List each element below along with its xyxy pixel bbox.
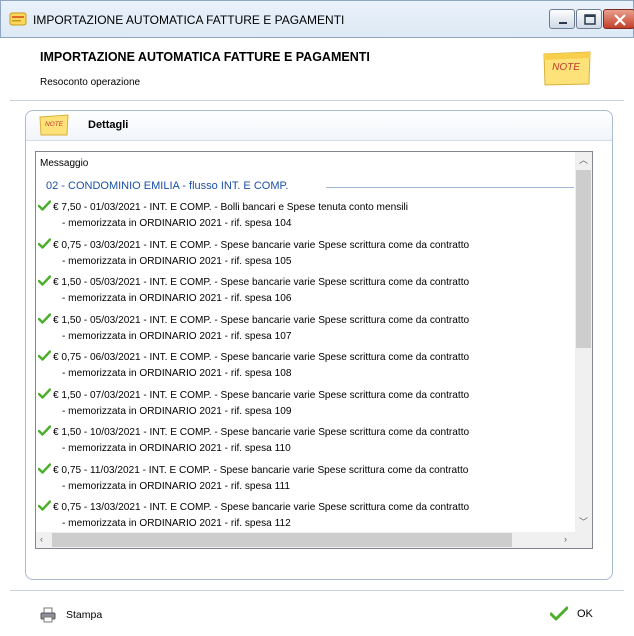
details-title: Dettagli	[88, 119, 129, 131]
dialog-title: IMPORTAZIONE AUTOMATICA FATTURE E PAGAME…	[40, 50, 370, 64]
list-item[interactable]: € 1,50 - 07/03/2021 - INT. E COMP. - Spe…	[38, 387, 470, 401]
list-item-detail: - memorizzata in ORDINARIO 2021 - rif. s…	[62, 443, 291, 454]
green-check-icon	[38, 350, 51, 361]
title-bar: IMPORTAZIONE AUTOMATICA FATTURE E PAGAME…	[0, 0, 634, 38]
printer-icon	[40, 607, 56, 623]
list-item-detail: - memorizzata in ORDINARIO 2021 - rif. s…	[62, 480, 290, 492]
list-item-text: € 1,50 - 07/03/2021 - INT. E COMP. - Spe…	[53, 389, 470, 401]
maximize-icon	[584, 14, 596, 25]
list-item-detail: - memorizzata in ORDINARIO 2021 - rif. s…	[62, 293, 292, 304]
footer-divider	[10, 590, 624, 591]
ok-button[interactable]: OK	[550, 604, 610, 624]
vertical-scroll-thumb[interactable]	[576, 170, 591, 348]
list-item[interactable]: € 0,75 - 06/03/2021 - INT. E COMP. - Spe…	[38, 350, 469, 363]
scroll-up-icon[interactable]: ︿	[579, 156, 588, 165]
list-item[interactable]: € 1,50 - 05/03/2021 - INT. E COMP. - Spe…	[38, 312, 470, 326]
list-item-detail: - memorizzata in ORDINARIO 2021 - rif. s…	[62, 518, 291, 529]
list-item-detail: - memorizzata in ORDINARIO 2021 - rif. s…	[62, 330, 292, 342]
green-check-icon	[38, 200, 51, 211]
green-check-icon	[38, 425, 51, 436]
list-item-text: € 1,50 - 10/03/2021 - INT. E COMP. - Spe…	[53, 427, 470, 438]
green-check-icon	[38, 462, 51, 474]
note-icon-small-text: NOTE	[45, 121, 64, 128]
list-item[interactable]: € 0,75 - 03/03/2021 - INT. E COMP. - Spe…	[38, 237, 470, 251]
list-item-text: € 1,50 - 05/03/2021 - INT. E COMP. - Spe…	[53, 277, 470, 288]
green-check-icon	[38, 387, 51, 399]
list-item-text: € 0,75 - 03/03/2021 - INT. E COMP. - Spe…	[53, 239, 470, 251]
print-label: Stampa	[66, 609, 103, 621]
group-label: 02 - CONDOMINIO EMILIA - flusso INT. E C…	[46, 180, 293, 192]
minimize-icon	[559, 22, 567, 24]
list-item-detail: - memorizzata in ORDINARIO 2021 - rif. s…	[62, 368, 292, 379]
list-item[interactable]: € 7,50 - 01/03/2021 - INT. E COMP. - Bol…	[38, 200, 408, 213]
minimize-button[interactable]	[549, 9, 575, 29]
horizontal-scrollbar[interactable]: ‹ ›	[36, 532, 575, 548]
list-item-text: € 1,50 - 05/03/2021 - INT. E COMP. - Spe…	[53, 314, 470, 326]
note-icon: NOTE	[39, 114, 69, 136]
column-header-messaggio[interactable]: Messaggio	[40, 158, 88, 169]
scrollbar-corner	[575, 532, 592, 548]
list-item-text: € 7,50 - 01/03/2021 - INT. E COMP. - Bol…	[53, 202, 408, 213]
ok-label: OK	[577, 608, 593, 620]
details-panel: NOTE Dettagli Messaggio 02 - CONDOMINIO …	[25, 110, 613, 580]
green-check-icon	[550, 606, 568, 621]
scroll-left-icon[interactable]: ‹	[40, 535, 43, 544]
print-button[interactable]: Stampa	[40, 606, 120, 624]
list-item-detail: - memorizzata in ORDINARIO 2021 - rif. s…	[62, 405, 292, 417]
note-icon: NOTE	[543, 51, 591, 86]
scroll-down-icon[interactable]: ﹀	[579, 518, 588, 527]
dialog-subtitle: Resoconto operazione	[40, 77, 141, 88]
close-button[interactable]	[603, 9, 634, 29]
list-item[interactable]: € 1,50 - 05/03/2021 - INT. E COMP. - Spe…	[38, 275, 469, 288]
note-app-icon	[9, 12, 27, 26]
list-item-text: € 0,75 - 06/03/2021 - INT. E COMP. - Spe…	[53, 352, 470, 363]
group-header: 02 - CONDOMINIO EMILIA - flusso INT. E C…	[46, 180, 576, 194]
note-icon-text: NOTE	[552, 62, 580, 73]
green-check-icon	[38, 237, 51, 249]
close-icon	[614, 14, 626, 26]
list-item-detail: - memorizzata in ORDINARIO 2021 - rif. s…	[62, 218, 292, 229]
list-item-text: € 0,75 - 11/03/2021 - INT. E COMP. - Spe…	[53, 464, 469, 476]
details-panel-header: NOTE Dettagli	[26, 111, 612, 141]
list-item-text: € 0,75 - 13/03/2021 - INT. E COMP. - Spe…	[53, 502, 470, 513]
list-item[interactable]: € 0,75 - 13/03/2021 - INT. E COMP. - Spe…	[38, 500, 469, 513]
message-list[interactable]: Messaggio 02 - CONDOMINIO EMILIA - fluss…	[35, 151, 593, 549]
maximize-button[interactable]	[576, 9, 602, 29]
window-title: IMPORTAZIONE AUTOMATICA FATTURE E PAGAME…	[33, 13, 345, 27]
header-divider	[10, 100, 624, 101]
horizontal-scroll-thumb[interactable]	[52, 533, 512, 547]
list-item[interactable]: € 0,75 - 11/03/2021 - INT. E COMP. - Spe…	[38, 462, 469, 476]
list-item[interactable]: € 1,50 - 10/03/2021 - INT. E COMP. - Spe…	[38, 425, 469, 438]
green-check-icon	[38, 500, 51, 511]
list-item-detail: - memorizzata in ORDINARIO 2021 - rif. s…	[62, 255, 292, 267]
group-divider	[326, 187, 574, 188]
scroll-right-icon[interactable]: ›	[564, 535, 567, 544]
green-check-icon	[38, 275, 51, 286]
green-check-icon	[38, 312, 51, 324]
vertical-scrollbar[interactable]: ︿ ﹀	[575, 152, 592, 532]
